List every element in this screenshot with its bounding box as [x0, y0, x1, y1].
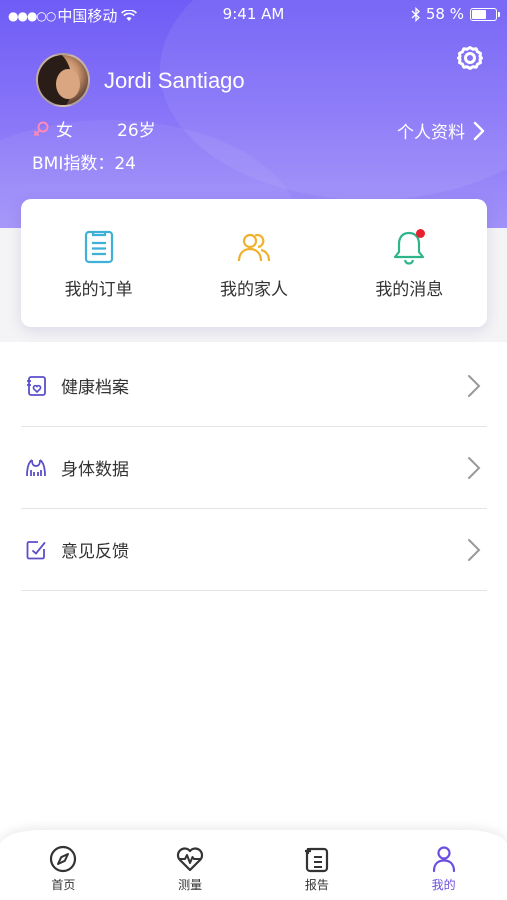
quick-action-label: 我的消息 — [375, 280, 444, 300]
age-label: 26岁 — [117, 121, 156, 141]
quick-action-label: 我的家人 — [219, 280, 288, 300]
battery-icon — [470, 7, 500, 21]
avatar[interactable] — [36, 53, 90, 107]
menu-item-label: 身体数据 — [61, 460, 129, 480]
report-icon — [304, 847, 328, 873]
profile-header — [0, 0, 507, 228]
order-list-icon — [84, 230, 113, 264]
menu-item-health-record[interactable]: 健康档案 — [21, 345, 487, 427]
chevron-right-icon — [473, 121, 485, 140]
battery-percentage: 58 % — [425, 5, 464, 23]
compass-icon — [50, 845, 77, 873]
status-bar: ●●●○○ 中国移动 9:41 AM 58 % — [0, 0, 507, 30]
quick-actions-card: 我的订单 我的家人 我的消息 — [21, 199, 487, 327]
quick-action-family[interactable]: 我的家人 — [176, 199, 331, 327]
bluetooth-icon — [411, 6, 420, 22]
tab-label: 报告 — [304, 878, 329, 892]
tab-measure[interactable]: 测量 — [127, 830, 254, 900]
tab-label: 首页 — [51, 878, 76, 892]
tab-home[interactable]: 首页 — [0, 830, 127, 900]
chevron-right-icon — [468, 538, 481, 561]
feedback-icon — [26, 540, 46, 559]
settings-menu: 健康档案 身体数据 意见反馈 — [21, 345, 487, 591]
unread-badge — [415, 229, 425, 238]
tab-label: 我的 — [431, 878, 456, 892]
tab-label: 测量 — [178, 878, 203, 892]
quick-action-label: 我的订单 — [64, 280, 133, 300]
quick-action-orders[interactable]: 我的订单 — [21, 199, 176, 327]
bottom-tab-bar: 首页 测量 报告 我的 — [0, 830, 507, 900]
person-icon — [432, 846, 455, 873]
bmi-label: BMI指数：24 — [32, 154, 136, 174]
gender-label: 女 — [56, 121, 73, 141]
tab-mine[interactable]: 我的 — [380, 830, 507, 900]
heart-pulse-icon — [177, 847, 204, 872]
quick-action-messages[interactable]: 我的消息 — [332, 199, 487, 327]
gender-age-row: 女 26岁 — [32, 116, 156, 141]
health-record-icon — [27, 375, 46, 396]
female-icon — [34, 121, 49, 136]
family-icon — [237, 233, 271, 262]
menu-item-label: 健康档案 — [61, 378, 129, 398]
menu-item-label: 意见反馈 — [61, 542, 129, 562]
tab-report[interactable]: 报告 — [254, 830, 381, 900]
chevron-right-icon — [468, 456, 481, 479]
chevron-right-icon — [468, 374, 481, 397]
user-name: Jordi Santiago — [104, 68, 245, 93]
gear-icon[interactable] — [456, 44, 484, 72]
menu-item-feedback[interactable]: 意见反馈 — [21, 509, 487, 591]
body-data-icon — [26, 458, 46, 476]
profile-link-label: 个人资料 — [397, 123, 465, 143]
menu-item-body-data[interactable]: 身体数据 — [21, 427, 487, 509]
profile-details-link[interactable]: 个人资料 — [397, 118, 485, 143]
